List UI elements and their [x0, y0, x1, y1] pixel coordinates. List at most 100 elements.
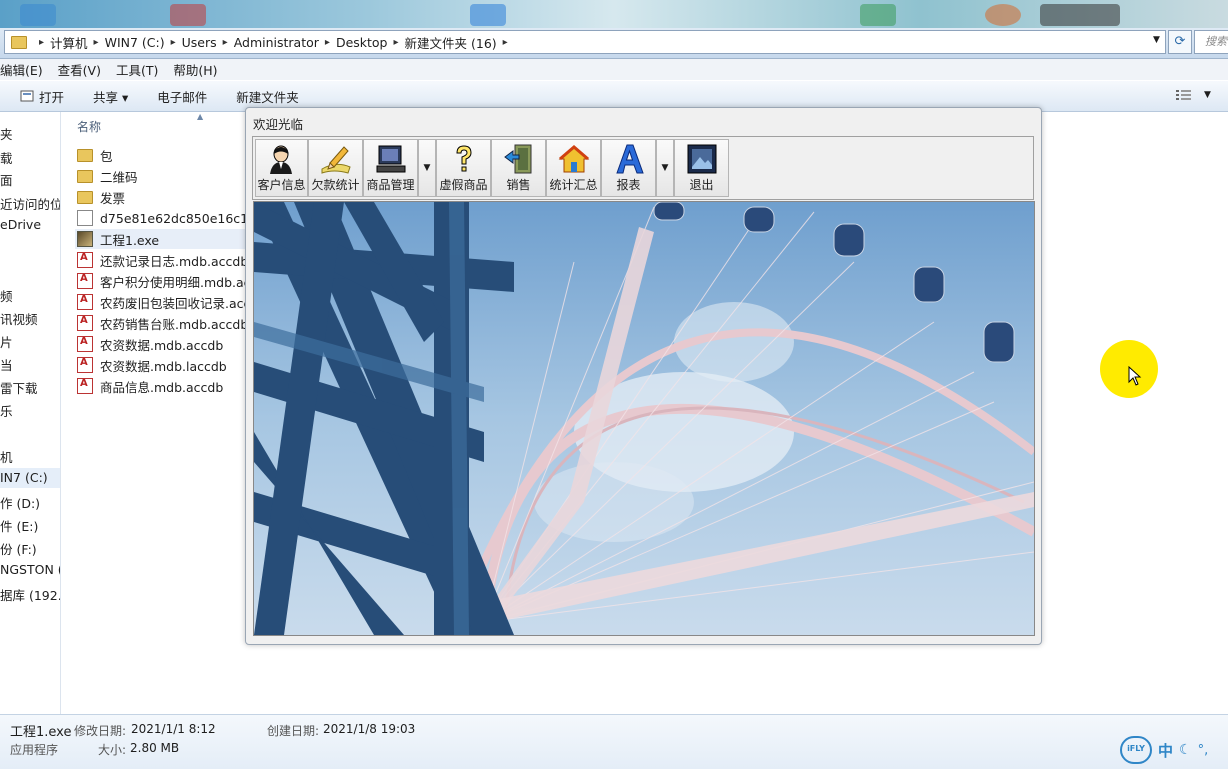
file-name: 农药销售台账.mdb.accdb	[100, 316, 246, 332]
letter-a-icon	[615, 144, 644, 174]
file-name: 农药废旧包装回收记录.accdb	[100, 295, 246, 311]
ime-indicator[interactable]: iFLY 中 ☾ °,	[1120, 736, 1208, 764]
nav-item[interactable]: 片	[0, 332, 13, 351]
fake-products-button[interactable]: 虚假商品	[436, 139, 491, 197]
punctuation-icon[interactable]: °,	[1198, 743, 1209, 758]
file-name: 发票	[100, 190, 126, 206]
breadcrumb-current-folder[interactable]: 新建文件夹 (16)	[405, 33, 497, 52]
access-file-icon	[77, 273, 93, 289]
file-item[interactable]: 发票	[77, 187, 246, 207]
nav-item[interactable]: 近访问的位置	[0, 194, 60, 213]
access-file-icon	[77, 294, 93, 310]
nav-item[interactable]: 当	[0, 355, 13, 374]
desktop-icon	[1040, 4, 1120, 26]
chevron-right-icon[interactable]: ▸	[171, 37, 176, 48]
report-dropdown[interactable]: ▼	[656, 139, 674, 197]
file-item-selected[interactable]: 工程1.exe	[75, 229, 246, 249]
nav-item[interactable]: 机	[0, 447, 13, 466]
menu-edit[interactable]: 编辑(E)	[0, 60, 43, 79]
desktop-icon	[470, 4, 506, 26]
access-file-icon	[77, 252, 93, 268]
details-pane: 工程1.exe 修改日期: 2021/1/1 8:12 创建日期: 2021/1…	[0, 714, 1228, 769]
pencil-icon	[321, 146, 351, 174]
file-name: 客户积分使用明细.mdb.accdb	[100, 274, 246, 290]
ferris-wheel-photo	[253, 201, 1035, 636]
house-icon	[558, 145, 589, 173]
menu-help[interactable]: 帮助(H)	[173, 60, 217, 79]
file-item[interactable]: 农药废旧包装回收记录.accdb	[77, 292, 246, 312]
refresh-button[interactable]: ⟳	[1168, 30, 1192, 54]
desktop-icon	[985, 4, 1021, 26]
customer-info-button[interactable]: 客户信息	[255, 139, 308, 197]
button-label: 统计汇总	[549, 178, 598, 192]
nav-item[interactable]: 面	[0, 170, 13, 189]
breadcrumb-drive[interactable]: WIN7 (C:)	[105, 35, 165, 50]
menu-tools[interactable]: 工具(T)	[116, 60, 158, 79]
file-item[interactable]: 农药销售台账.mdb.accdb	[77, 313, 246, 333]
search-input[interactable]: 搜索	[1194, 30, 1228, 54]
breadcrumb-administrator[interactable]: Administrator	[234, 35, 319, 50]
chevron-right-icon[interactable]: ▸	[94, 37, 99, 48]
chevron-right-icon[interactable]: ▸	[325, 37, 330, 48]
breadcrumb-desktop[interactable]: Desktop	[336, 35, 388, 50]
menu-view[interactable]: 查看(V)	[58, 60, 101, 79]
moon-icon[interactable]: ☾	[1179, 742, 1192, 758]
view-options[interactable]: ▼	[1176, 89, 1211, 101]
file-item[interactable]: 客户积分使用明细.mdb.accdb	[77, 271, 246, 291]
folder-icon	[77, 148, 93, 162]
chevron-right-icon[interactable]: ▸	[223, 37, 228, 48]
nav-item-selected[interactable]: IN7 (C:)	[0, 468, 60, 488]
debt-statistics-button[interactable]: 欠款统计	[308, 139, 363, 197]
address-bar[interactable]: ▸ 计算机 ▸ WIN7 (C:) ▸ Users ▸ Administrato…	[4, 30, 1166, 54]
nav-item[interactable]: 件 (E:)	[0, 516, 38, 535]
access-file-icon	[77, 357, 93, 373]
open-label: 打开	[39, 89, 65, 105]
breadcrumb-computer[interactable]: 计算机	[50, 33, 88, 52]
folder-icon	[77, 190, 93, 204]
nav-item[interactable]: NGSTON (	[0, 562, 60, 577]
nav-item[interactable]: 乐	[0, 401, 13, 420]
file-name: d75e81e62dc850e16c1c1	[100, 210, 246, 226]
window-title: 欢迎光临	[253, 117, 304, 132]
column-header-name[interactable]: 名称	[77, 118, 101, 135]
nav-item[interactable]: 份 (F:)	[0, 539, 37, 558]
nav-item[interactable]: 频	[0, 286, 13, 305]
nav-item[interactable]: 据库 (192.1	[0, 585, 60, 604]
chevron-down-icon[interactable]: ▼	[1204, 90, 1211, 100]
nav-item[interactable]: 载	[0, 148, 13, 167]
file-item[interactable]: d75e81e62dc850e16c1c1	[77, 208, 246, 228]
email-button[interactable]: 电子邮件	[157, 87, 207, 106]
file-item[interactable]: 农资数据.mdb.accdb	[77, 334, 246, 354]
file-item[interactable]: 农资数据.mdb.laccdb	[77, 355, 246, 375]
address-dropdown-icon[interactable]: ▼	[1153, 35, 1160, 45]
button-label: 退出	[689, 178, 714, 192]
access-file-icon	[77, 336, 93, 352]
exit-button[interactable]: 退出	[674, 139, 729, 197]
chevron-right-icon[interactable]: ▸	[503, 37, 508, 48]
share-button[interactable]: 共享 ▾	[93, 87, 128, 106]
report-button[interactable]: 报表	[601, 139, 656, 197]
summary-statistics-button[interactable]: 统计汇总	[546, 139, 601, 197]
sales-button[interactable]: 销售	[491, 139, 546, 197]
file-item[interactable]: 还款记录日志.mdb.accdb	[77, 250, 246, 270]
ime-mode[interactable]: 中	[1158, 740, 1173, 761]
nav-item[interactable]: 雷下载	[0, 378, 38, 397]
new-folder-button[interactable]: 新建文件夹	[236, 87, 299, 106]
nav-item[interactable]: 讯视频	[0, 309, 38, 328]
file-item[interactable]: 包	[77, 145, 246, 165]
file-item[interactable]: 二维码	[77, 166, 246, 186]
button-label: 销售	[506, 178, 531, 192]
file-item[interactable]: 商品信息.mdb.accdb	[77, 376, 246, 396]
file-name: 二维码	[100, 169, 138, 185]
nav-item[interactable]: 夹	[0, 124, 13, 143]
open-button[interactable]: 打开	[20, 87, 64, 106]
product-management-dropdown[interactable]: ▼	[418, 139, 436, 197]
chevron-right-icon[interactable]: ▸	[394, 37, 399, 48]
breadcrumb-users[interactable]: Users	[182, 35, 217, 50]
status-created-label: 创建日期:	[267, 724, 320, 738]
desktop-background	[0, 0, 1228, 28]
desktop-icon	[860, 4, 896, 26]
product-management-button[interactable]: 商品管理	[363, 139, 418, 197]
nav-item[interactable]: eDrive	[0, 217, 41, 232]
nav-item[interactable]: 作 (D:)	[0, 493, 40, 512]
